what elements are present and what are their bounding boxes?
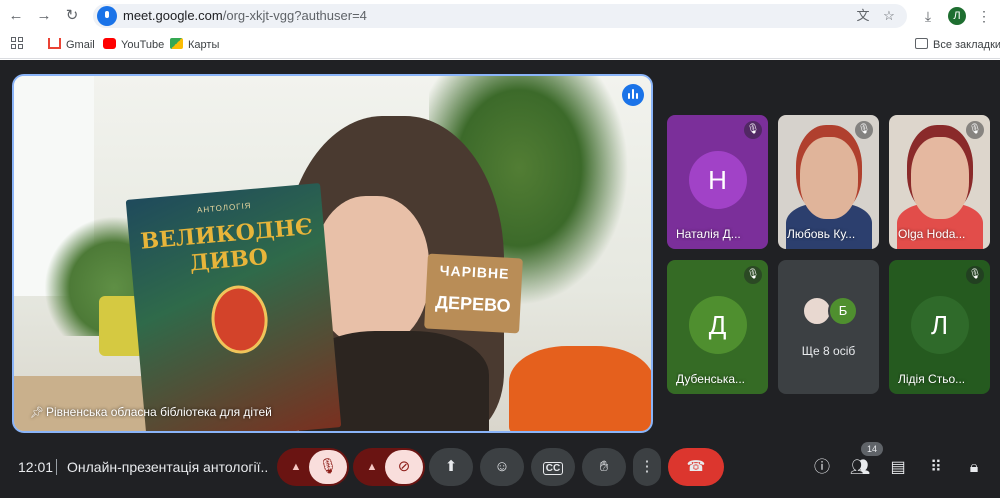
more-participants-label: Ще 8 осіб: [801, 344, 856, 358]
bookmark-label: Gmail: [66, 39, 95, 51]
video-sign: ЧАРІВНЕ ДЕРЕВО: [424, 253, 523, 334]
bookmark-label: YouTube: [121, 39, 165, 51]
raise-hand-button[interactable]: ✋︎: [582, 448, 626, 486]
meeting-title: Онлайн-презентація антології...: [67, 459, 267, 475]
speaking-indicator-icon: [622, 84, 644, 106]
bookmark-maps[interactable]: Карты: [170, 36, 219, 54]
people-count-badge: 14: [861, 442, 883, 456]
bookmark-label: Карты: [188, 39, 220, 51]
chat-icon[interactable]: ▤: [886, 456, 910, 480]
mic-off-icon: 🎙︎: [855, 121, 873, 139]
emoji-icon: ☺: [494, 458, 510, 475]
presenter-label: Рівненська обласна бібліотека для дітей: [46, 405, 272, 419]
avatar: Д: [688, 296, 747, 354]
phone-hangup-icon: ☎︎: [686, 458, 706, 475]
browser-toolbar: ← → ↻ meet.google.com/org-xkjt-vgg?authu…: [0, 0, 1000, 32]
bookmark-gmail[interactable]: Gmail: [48, 36, 95, 54]
leave-call-button[interactable]: ☎︎: [668, 448, 724, 486]
people-icon[interactable]: 👥︎: [848, 456, 872, 480]
meeting-time: 12:01: [18, 459, 54, 475]
participant-name: Лідія Стьо...: [898, 372, 966, 386]
avatar: Л: [910, 296, 969, 354]
presenter-name: 📌︎ Рівненська обласна бібліотека для діте…: [30, 405, 272, 419]
present-screen-icon: ⬆: [444, 458, 458, 475]
captions-icon: CC: [542, 462, 564, 475]
camera-off-button[interactable]: ⊘: [385, 450, 423, 484]
mic-off-icon: 🎙︎: [318, 458, 338, 475]
participant-tile[interactable]: 🎙︎ Н Наталія Д...: [667, 115, 768, 249]
translate-icon[interactable]: 文: [855, 8, 871, 24]
camera-control[interactable]: ▲ ⊘: [353, 448, 425, 486]
microphone-control[interactable]: ▲ 🎙︎: [277, 448, 349, 486]
gmail-icon: [48, 38, 61, 49]
book-egg-illustration: [208, 283, 271, 356]
book-title: ВЕЛИКОДНЄ ДИВО: [139, 213, 314, 277]
hand-icon: ✋︎: [599, 458, 609, 475]
all-bookmarks[interactable]: Все закладки: [915, 36, 1000, 54]
info-icon[interactable]: ⓘ: [810, 456, 834, 480]
mic-off-button[interactable]: 🎙︎: [309, 450, 347, 484]
more-vert-icon: ⋮: [639, 458, 655, 475]
back-icon[interactable]: ←: [6, 6, 26, 26]
participant-name: Дубенська...: [676, 372, 746, 386]
chevron-up-icon[interactable]: ▲: [361, 448, 383, 486]
host-controls-icon[interactable]: 🔒︎: [962, 456, 986, 480]
mic-off-icon: 🎙︎: [966, 121, 984, 139]
avatar: Н: [688, 151, 747, 209]
video-person: [911, 137, 969, 219]
pin-icon[interactable]: 📌︎: [30, 406, 44, 419]
video-person: [800, 137, 858, 219]
participant-tile[interactable]: 🎙︎ Olga Hoda...: [889, 115, 990, 249]
bookmark-youtube[interactable]: YouTube: [103, 36, 164, 54]
microphone-icon[interactable]: [97, 6, 117, 26]
reload-icon[interactable]: ↻: [62, 6, 82, 26]
url-path: /org-xkjt-vgg?authuser=4: [222, 8, 367, 23]
url-text[interactable]: meet.google.com/org-xkjt-vgg?authuser=4: [123, 8, 367, 23]
video-beanbag: [509, 346, 651, 431]
main-video-stage[interactable]: ЧАРІВНЕ ДЕРЕВО АНТОЛОГІЯ ВЕЛИКОДНЄ ДИВО …: [12, 74, 653, 433]
mic-off-icon: 🎙︎: [744, 266, 762, 284]
more-options-button[interactable]: ⋮: [633, 448, 661, 486]
more-avatars: Б: [802, 296, 862, 328]
participant-name: Olga Hoda...: [898, 227, 966, 241]
captions-button[interactable]: CC: [531, 448, 575, 486]
profile-avatar[interactable]: Л: [948, 7, 966, 25]
avatar: Б: [828, 296, 858, 326]
forward-icon[interactable]: →: [34, 6, 54, 26]
maps-icon: [170, 38, 183, 49]
participant-tile[interactable]: 🎙︎ Л Лідія Стьо...: [889, 260, 990, 394]
participant-tile[interactable]: 🎙︎ Любовь Ку...: [778, 115, 879, 249]
mic-off-icon: 🎙︎: [966, 266, 984, 284]
reactions-button[interactable]: ☺: [480, 448, 524, 486]
bookmarks-bar: Gmail YouTube Карты Все закладки: [0, 32, 1000, 59]
video-book: АНТОЛОГІЯ ВЕЛИКОДНЄ ДИВО: [125, 182, 342, 431]
browser-chrome: ← → ↻ meet.google.com/org-xkjt-vgg?authu…: [0, 0, 1000, 60]
mic-off-icon: 🎙︎: [744, 121, 762, 139]
menu-icon[interactable]: ⋮: [974, 6, 994, 26]
address-bar[interactable]: meet.google.com/org-xkjt-vgg?authuser=4 …: [93, 4, 907, 28]
all-bookmarks-label: Все закладки: [933, 39, 1000, 51]
activities-icon[interactable]: ⠿: [924, 456, 948, 480]
url-host: meet.google.com: [123, 8, 223, 23]
sign-top-text: ЧАРІВНЕ: [439, 262, 510, 282]
participant-tile[interactable]: 🎙︎ Д Дубенська...: [667, 260, 768, 394]
chevron-up-icon[interactable]: ▲: [285, 448, 307, 486]
youtube-icon: [103, 38, 116, 49]
divider: [56, 459, 57, 475]
apps-icon[interactable]: [11, 37, 25, 51]
present-screen-button[interactable]: ⬆: [429, 448, 473, 486]
camera-off-icon: ⊘: [397, 458, 411, 475]
star-icon[interactable]: ☆: [881, 8, 897, 24]
folder-icon: [915, 38, 928, 49]
sign-bottom-text: ДЕРЕВО: [434, 292, 512, 316]
more-participants-tile[interactable]: Б Ще 8 осіб: [778, 260, 879, 394]
participant-name: Наталія Д...: [676, 227, 741, 241]
download-icon[interactable]: ⤓: [918, 6, 938, 26]
participant-name: Любовь Ку...: [787, 227, 856, 241]
